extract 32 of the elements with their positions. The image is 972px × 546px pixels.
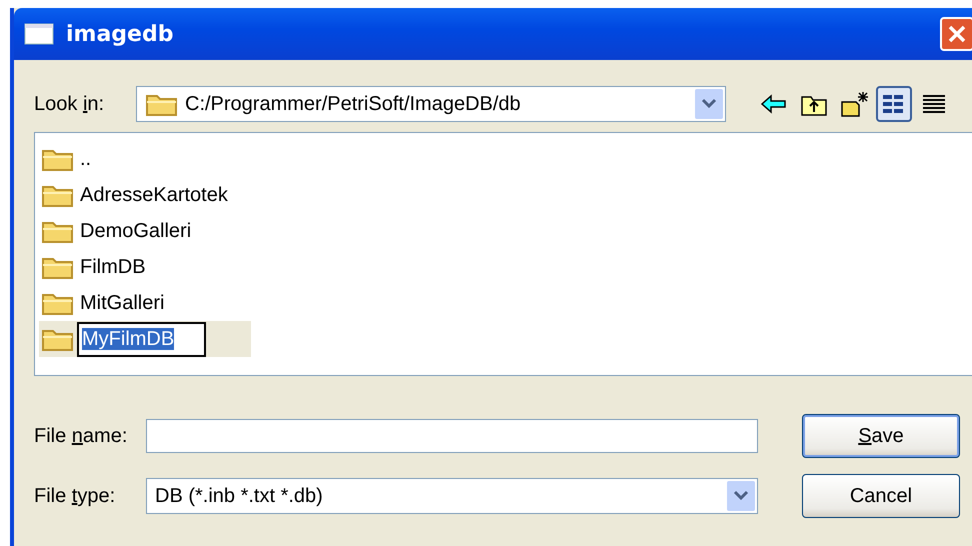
file-type-dropdown[interactable]: DB (*.inb *.txt *.db): [146, 478, 758, 514]
look-in-dropdown[interactable]: C:/Programmer/PetriSoft/ImageDB/db: [136, 86, 726, 122]
folder-item[interactable]: MitGalleri: [39, 285, 251, 321]
list-view-button[interactable]: [876, 86, 912, 122]
folder-name: MitGalleri: [79, 290, 166, 316]
close-icon: [947, 24, 967, 44]
new-folder-icon: [839, 90, 869, 118]
chevron-down-icon: [701, 98, 717, 110]
look-in-path: C:/Programmer/PetriSoft/ImageDB/db: [185, 92, 521, 116]
folder-item[interactable]: MyFilmDB: [39, 321, 251, 357]
dropdown-button[interactable]: [695, 89, 723, 119]
file-name-field[interactable]: [146, 419, 758, 453]
folder-item[interactable]: AdresseKartotek: [39, 177, 251, 213]
file-type-value: DB (*.inb *.txt *.db): [155, 484, 323, 508]
look-in-label: Look in:: [34, 92, 106, 116]
rename-field[interactable]: MyFilmDB: [77, 322, 206, 356]
window-icon: [24, 23, 54, 45]
dropdown-button[interactable]: [727, 481, 755, 511]
folder-name: FilmDB: [79, 254, 147, 280]
window-title: imagedb: [66, 22, 174, 46]
folder-item[interactable]: DemoGalleri: [39, 213, 251, 249]
folder-name: DemoGalleri: [79, 218, 192, 244]
save-button[interactable]: Save: [802, 414, 960, 458]
folder-name: AdresseKartotek: [79, 182, 229, 208]
cancel-button[interactable]: Cancel: [802, 474, 960, 518]
folder-item[interactable]: FilmDB: [39, 249, 251, 285]
chevron-down-icon: [733, 490, 749, 502]
folder-item[interactable]: ..: [39, 141, 251, 177]
file-type-label: File type:: [34, 484, 116, 508]
close-button[interactable]: [940, 17, 972, 51]
folder-name: ..: [79, 146, 92, 172]
file-name-label: File name:: [34, 424, 128, 448]
